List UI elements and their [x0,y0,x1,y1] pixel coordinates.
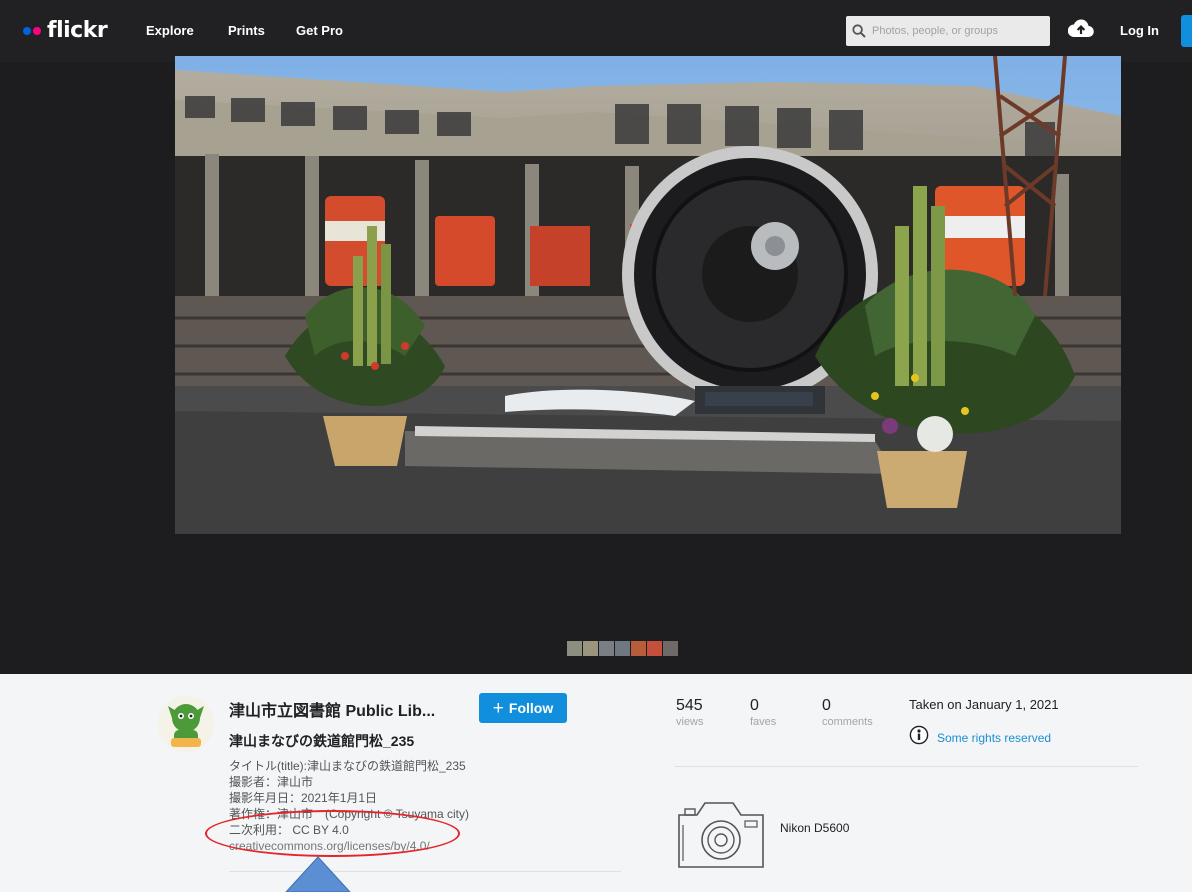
main-photo[interactable] [175,56,1121,534]
info-icon [909,725,929,750]
faves-stat: 0 faves [750,697,776,728]
description-line: 撮影年月日：2021年1月1日 [229,791,378,805]
thumbnail[interactable] [663,641,678,656]
nav-prints[interactable]: Prints [228,23,265,38]
nav-get-pro[interactable]: Get Pro [296,23,343,38]
upload-cloud-icon[interactable] [1067,18,1094,43]
highlight-oval [205,810,460,857]
comments-stat: 0 comments [822,697,873,728]
thumbnail[interactable] [567,641,582,656]
description-line: タイトル(title):津山まなびの鉄道館門松_235 [229,759,466,773]
login-link[interactable]: Log In [1120,23,1159,38]
thumbnail[interactable] [599,641,614,656]
license-info[interactable]: Some rights reserved [909,725,1051,750]
up-arrow-icon [283,856,353,892]
thumbnail[interactable] [647,641,662,656]
blue-dot-icon [23,26,31,35]
owner-name[interactable]: 津山市立図書館 Public Lib... [229,697,435,721]
thumbnail-strip [567,641,678,656]
follow-button[interactable]: + Follow [479,693,567,723]
views-count: 545 [676,697,703,714]
faves-label: faves [750,716,777,728]
some-rights-reserved-link[interactable]: Some rights reserved [937,731,1051,745]
flickr-logo[interactable]: flickr [23,18,108,43]
faves-count: 0 [750,697,759,714]
pink-dot-icon [33,26,41,35]
follow-label: Follow [508,700,554,716]
comments-label: comments [822,716,873,728]
search-input[interactable] [872,25,1040,37]
camera-name[interactable]: Nikon D5600 [780,821,849,835]
signup-button[interactable] [1181,15,1192,47]
camera-icon [675,797,767,876]
taken-date[interactable]: Taken on January 1, 2021 [909,697,1059,712]
thumbnail[interactable] [631,641,646,656]
logo-wordmark: flickr [47,18,108,43]
divider [675,766,1138,767]
search-icon[interactable] [846,16,872,46]
views-label: views [676,716,704,728]
search-box[interactable] [846,16,1050,46]
photo-title: 津山まなびの鉄道館門松_235 [229,733,415,749]
comments-count: 0 [822,697,831,714]
views-stat: 545 views [676,697,704,728]
thumbnail[interactable] [583,641,598,656]
description-line: 撮影者：津山市 [229,775,314,789]
plus-icon: + [492,697,504,719]
top-navbar: flickr Explore Prints Get Pro Log In [0,0,1192,62]
owner-avatar[interactable] [158,696,214,752]
thumbnail[interactable] [615,641,630,656]
nav-explore[interactable]: Explore [146,23,194,38]
